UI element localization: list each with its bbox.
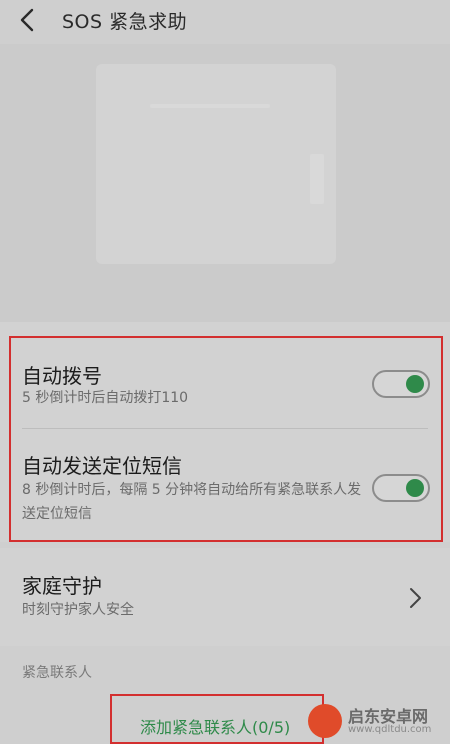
family-guard-subtitle: 时刻守护家人安全 — [22, 602, 134, 618]
top-bar: SOS 紧急求助 — [0, 0, 450, 44]
highlight-box — [9, 336, 443, 542]
add-contact-label: 添加紧急联系人(0/5) — [140, 718, 291, 737]
emergency-contacts-label: 紧急联系人 — [22, 665, 92, 681]
chevron-right-icon — [410, 588, 421, 608]
watermark: 启东安卓网 www.qdltdu.com — [308, 700, 448, 740]
family-guard-title: 家庭守护 — [22, 574, 102, 598]
watermark-url: www.qdltdu.com — [348, 724, 432, 735]
illustration-line — [150, 104, 270, 108]
back-arrow-icon[interactable] — [14, 6, 42, 34]
sos-illustration — [0, 44, 450, 322]
illustration-card — [96, 64, 336, 264]
family-guard-row[interactable]: 家庭守护 时刻守护家人安全 — [0, 548, 450, 646]
watermark-logo-icon — [308, 704, 342, 738]
illustration-line — [310, 154, 324, 204]
add-emergency-contact-button[interactable]: 添加紧急联系人(0/5) — [110, 694, 324, 744]
page-title: SOS 紧急求助 — [62, 11, 188, 33]
